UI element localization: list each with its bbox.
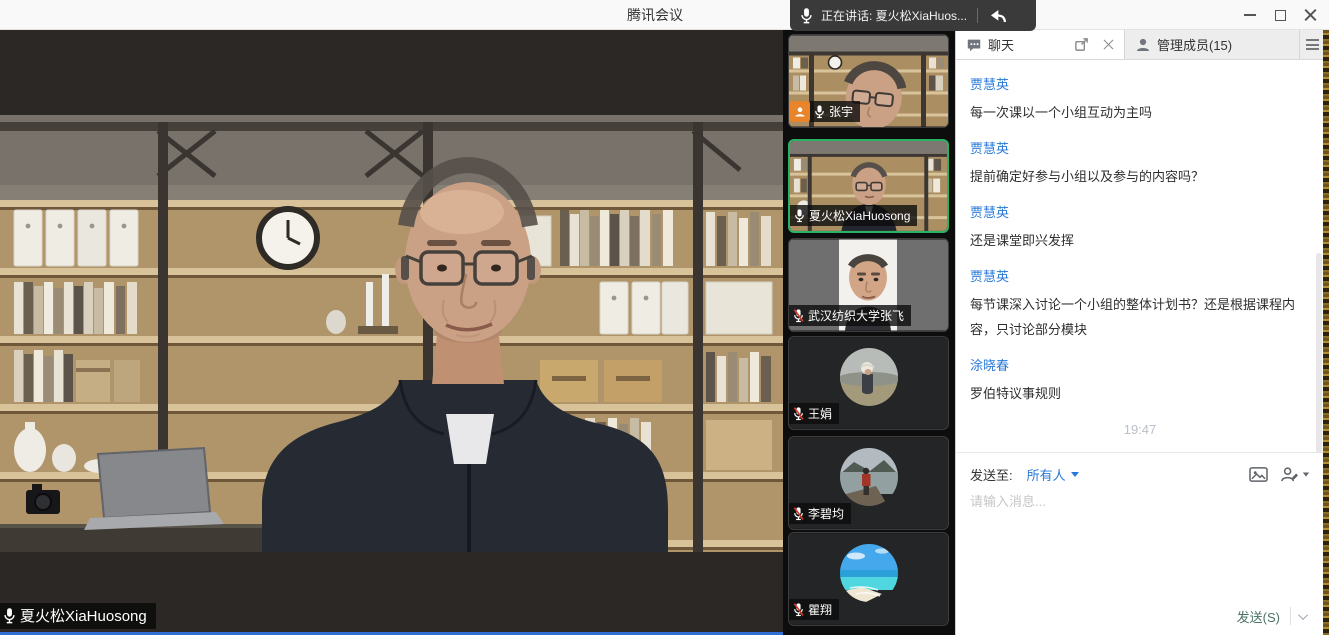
- chat-bubble-icon: [966, 37, 982, 53]
- participant-name: 瞿翔: [808, 601, 832, 618]
- close-icon: [1304, 9, 1317, 22]
- speaker-name-label: 夏火松XiaHuosong: [0, 603, 156, 629]
- tab-members-label: 管理成员(15): [1157, 35, 1232, 54]
- close-button[interactable]: [1295, 1, 1325, 29]
- desktop-wallpaper-edge: [1323, 30, 1329, 635]
- message-sender: 贾慧英: [970, 74, 1310, 93]
- chat-composer: 发送至: 所有人 发送(S): [956, 452, 1324, 635]
- send-options-chevron-icon[interactable]: [1298, 610, 1308, 620]
- host-badge-icon: [789, 101, 810, 122]
- message-sender: 贾慧英: [970, 202, 1310, 221]
- participant-label: 李碧均: [789, 503, 851, 524]
- message-text: 还是课堂即兴发挥: [970, 228, 1310, 253]
- panel-menu-button[interactable]: [1300, 30, 1324, 59]
- participant-tile-xiahuosong-active[interactable]: 夏火松XiaHuosong: [788, 139, 949, 233]
- avatar: [840, 544, 898, 602]
- participant-tile-libijun[interactable]: 李碧均: [788, 436, 949, 530]
- chat-permission-icon: [1280, 466, 1299, 483]
- message-text: 每一次课以一个小组互动为主吗: [970, 100, 1310, 125]
- participant-tile-zhangfei[interactable]: 武汉纺织大学张飞: [788, 238, 949, 332]
- participant-tile-zhangyu[interactable]: 张宇: [788, 34, 949, 128]
- members-person-icon: [1135, 37, 1151, 53]
- image-icon[interactable]: [1249, 466, 1268, 483]
- divider: [1290, 607, 1291, 625]
- dropdown-triangle-icon: [1071, 472, 1079, 477]
- tencent-meeting-window: 腾讯会议 正在讲话: 夏火松XiaHuos...: [0, 0, 1329, 635]
- send-to-value: 所有人: [1027, 465, 1066, 484]
- participant-label: 夏火松XiaHuosong: [790, 205, 917, 226]
- message-input[interactable]: [970, 494, 1300, 509]
- minimize-button[interactable]: [1235, 1, 1265, 29]
- reply-arrow-icon[interactable]: [986, 8, 1008, 24]
- mic-icon: [814, 104, 825, 119]
- participant-tile-wangjuan[interactable]: 王娟: [788, 336, 949, 430]
- participant-tile-quxiang[interactable]: 瞿翔: [788, 532, 949, 626]
- participant-label: 王娟: [789, 403, 839, 424]
- send-to-dropdown[interactable]: 所有人: [1027, 465, 1079, 484]
- message-sender: 涂晓春: [970, 355, 1310, 374]
- send-to-label: 发送至:: [970, 465, 1013, 484]
- mic-icon: [800, 7, 813, 24]
- muted-mic-icon: [793, 308, 804, 323]
- speaking-text: 正在讲话: 夏火松XiaHuos...: [821, 7, 967, 24]
- participant-name: 武汉纺织大学张飞: [808, 307, 904, 324]
- mic-on-icon: [3, 607, 16, 624]
- close-chat-icon[interactable]: [1103, 39, 1114, 50]
- send-button[interactable]: 发送(S): [1227, 607, 1290, 626]
- message-text: 每节课深入讨论一个小组的整体计划书？还是根据课程内容，只讨论部分模块: [970, 292, 1310, 342]
- message-text: 提前确定好参与小组以及参与的内容吗？: [970, 164, 1310, 189]
- chat-tabs: 聊天 管理成员(15): [956, 30, 1324, 60]
- main-video[interactable]: 夏火松XiaHuosong: [0, 30, 783, 635]
- speaker-name: 夏火松XiaHuosong: [20, 605, 147, 626]
- titlebar[interactable]: 腾讯会议: [0, 0, 1329, 30]
- divider: [977, 8, 978, 23]
- participant-label: 张宇: [810, 101, 860, 122]
- mic-speaking-icon: [794, 208, 805, 223]
- maximize-icon: [1275, 10, 1286, 21]
- main-video-feed: [0, 30, 783, 635]
- participant-strip: 张宇: [783, 30, 955, 635]
- participant-name: 李碧均: [808, 505, 844, 522]
- muted-mic-icon: [793, 406, 804, 421]
- minimize-icon: [1244, 14, 1256, 16]
- chat-panel: 聊天 管理成员(15) 贾慧英 每一次课以一个小组互动为主吗 贾慧英 提前确定好…: [955, 30, 1323, 635]
- message-timestamp: 19:47: [970, 422, 1310, 437]
- message-text: 罗伯特议事规则: [970, 381, 1310, 406]
- tab-chat[interactable]: 聊天: [956, 30, 1124, 59]
- participant-name: 王娟: [808, 405, 832, 422]
- chat-permission-dropdown[interactable]: [1280, 466, 1310, 483]
- dropdown-triangle-icon: [1303, 473, 1309, 477]
- message-sender: 贾慧英: [970, 138, 1310, 157]
- avatar: [840, 448, 898, 506]
- chat-messages[interactable]: 贾慧英 每一次课以一个小组互动为主吗 贾慧英 提前确定好参与小组以及参与的内容吗…: [956, 60, 1324, 452]
- participant-label: 武汉纺织大学张飞: [789, 305, 911, 326]
- muted-mic-icon: [793, 602, 804, 617]
- popout-icon[interactable]: [1074, 37, 1089, 52]
- menu-icon: [1306, 37, 1319, 53]
- message-sender: 贾慧英: [970, 266, 1310, 285]
- speaking-banner[interactable]: 正在讲话: 夏火松XiaHuos...: [790, 0, 1036, 31]
- participant-label: 瞿翔: [789, 599, 839, 620]
- maximize-button[interactable]: [1265, 1, 1295, 29]
- tab-members[interactable]: 管理成员(15): [1124, 30, 1300, 59]
- send-group: 发送(S): [1227, 604, 1316, 628]
- avatar: [840, 348, 898, 406]
- tab-chat-label: 聊天: [988, 35, 1014, 54]
- muted-mic-icon: [793, 506, 804, 521]
- participant-name: 夏火松XiaHuosong: [809, 207, 910, 224]
- window-title: 腾讯会议: [560, 0, 750, 30]
- participant-name: 张宇: [829, 103, 853, 120]
